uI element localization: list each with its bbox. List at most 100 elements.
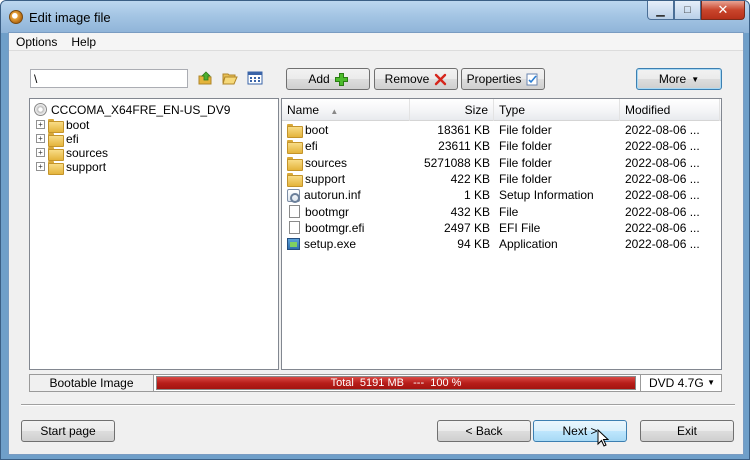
file-name: setup.exe xyxy=(304,237,357,252)
file-type: File folder xyxy=(499,139,552,154)
file-type: EFI File xyxy=(499,220,541,235)
file-size: 18361 KB xyxy=(437,123,490,137)
tree-item-label: sources xyxy=(66,145,109,160)
folder-icon xyxy=(48,146,64,161)
column-modified[interactable]: Modified xyxy=(620,99,720,121)
tree-root[interactable]: CCCOMA_X64FRE_EN-US_DV9 xyxy=(34,102,230,117)
view-details-icon[interactable] xyxy=(247,70,263,86)
tree-item-efi[interactable]: + efi xyxy=(36,131,79,147)
menu-bar: Options Help xyxy=(9,33,743,51)
table-row[interactable]: autorun.inf 1 KB Setup Information 2022-08-… xyxy=(282,187,721,203)
folder-tree[interactable]: CCCOMA_X64FRE_EN-US_DV9 + boot + efi + s… xyxy=(29,98,279,370)
tree-item-label: efi xyxy=(66,131,79,146)
file-modified: 2022-08-06 ... xyxy=(625,237,700,252)
tree-item-boot[interactable]: + boot xyxy=(36,117,90,133)
title-bar[interactable]: Edit image file ▁ □ ✕ xyxy=(1,1,749,33)
path-input[interactable] xyxy=(30,69,188,88)
file-type: File folder xyxy=(499,123,552,137)
properties-icon xyxy=(526,73,538,85)
properties-button[interactable]: Properties xyxy=(461,68,545,90)
tree-item-label: boot xyxy=(66,117,90,132)
progress-text: Total 5191 MB --- 100 % xyxy=(330,377,462,389)
size-progress-bar: Total 5191 MB --- 100 % xyxy=(156,376,636,390)
close-button[interactable]: ✕ xyxy=(701,1,745,20)
file-type: File folder xyxy=(499,155,552,170)
file-modified: 2022-08-06 ... xyxy=(625,204,700,219)
x-icon xyxy=(435,73,447,85)
table-row[interactable]: bootmgr.efi 2497 KB EFI File 2022-08-06 ... xyxy=(282,220,721,236)
table-row[interactable]: bootmgr 432 KB File 2022-08-06 ... xyxy=(282,204,721,220)
menu-help[interactable]: Help xyxy=(64,33,103,50)
file-name-cell: setup.exe xyxy=(287,236,407,252)
start-page-button[interactable]: Start page xyxy=(21,420,115,442)
divider xyxy=(21,404,735,406)
folder-icon xyxy=(48,118,64,133)
more-button[interactable]: More ▼ xyxy=(636,68,722,90)
table-row[interactable]: setup.exe 94 KB Application 2022-08-06 ... xyxy=(282,236,721,252)
tree-item-support[interactable]: + support xyxy=(36,159,106,175)
file-name: support xyxy=(305,171,346,186)
back-button[interactable]: < Back xyxy=(437,420,531,442)
folder-icon xyxy=(287,124,303,138)
properties-label: Properties xyxy=(466,72,522,86)
file-type: Application xyxy=(499,237,558,252)
client-area: Options Help Add Remove xyxy=(8,32,744,455)
expand-icon[interactable]: + xyxy=(36,148,45,157)
file-modified: 2022-08-06 ... xyxy=(625,139,700,154)
open-folder-icon[interactable] xyxy=(222,70,238,86)
column-type[interactable]: Type xyxy=(494,99,620,121)
table-row[interactable]: efi 23611 KB File folder 2022-08-06 ... xyxy=(282,138,721,155)
disc-icon xyxy=(34,103,47,116)
file-type: File folder xyxy=(499,171,552,186)
expand-icon[interactable]: + xyxy=(36,120,45,129)
file-modified: 2022-08-06 ... xyxy=(625,123,700,137)
file-icon xyxy=(289,205,300,218)
table-row[interactable]: sources 5271088 KB File folder 2022-08-06 .… xyxy=(282,155,721,171)
file-size: 94 KB xyxy=(457,237,490,252)
file-name-cell: autorun.inf xyxy=(287,187,407,203)
next-button[interactable]: Next > xyxy=(533,420,627,442)
file-name: boot xyxy=(305,123,329,137)
tree-item-sources[interactable]: + sources xyxy=(36,145,109,161)
file-size: 432 KB xyxy=(450,204,490,219)
file-name: bootmgr.efi xyxy=(305,220,365,235)
exit-button[interactable]: Exit xyxy=(640,420,734,442)
column-name[interactable]: Name ▲ xyxy=(282,99,410,121)
disc-type-value: DVD 4.7G xyxy=(649,376,704,390)
file-name: bootmgr xyxy=(305,204,350,219)
expand-icon[interactable]: + xyxy=(36,134,45,143)
file-list[interactable]: Name ▲ Size Type Modified boot 18361 KB Fi… xyxy=(281,98,722,370)
file-name-cell: bootmgr.efi xyxy=(287,220,407,236)
sort-ascending-icon: ▲ xyxy=(330,107,339,116)
expand-icon[interactable]: + xyxy=(36,162,45,171)
file-modified: 2022-08-06 ... xyxy=(625,155,700,170)
table-row[interactable]: boot 18361 KB File folder 2022-08-06 ... xyxy=(282,122,721,138)
minimize-button[interactable]: ▁ xyxy=(647,1,674,20)
file-type: File xyxy=(499,204,519,219)
file-size: 422 KB xyxy=(450,171,490,186)
file-name-cell: support xyxy=(287,171,407,187)
file-size: 23611 KB xyxy=(438,139,490,154)
file-name: autorun.inf xyxy=(304,188,361,203)
menu-options[interactable]: Options xyxy=(9,33,64,50)
add-label: Add xyxy=(308,72,330,86)
folder-icon xyxy=(48,160,64,175)
disc-type-select[interactable]: DVD 4.7G ▼ xyxy=(640,375,721,391)
folder-icon xyxy=(287,140,303,155)
column-size[interactable]: Size xyxy=(410,99,494,121)
add-button[interactable]: Add xyxy=(286,68,370,90)
maximize-button[interactable]: □ xyxy=(674,1,701,20)
plus-icon xyxy=(334,72,348,86)
table-row[interactable]: support 422 KB File folder 2022-08-06 ... xyxy=(282,171,721,187)
chevron-down-icon: ▼ xyxy=(691,74,700,84)
list-header: Name ▲ Size Type Modified xyxy=(282,99,721,121)
remove-button[interactable]: Remove xyxy=(374,68,458,90)
up-folder-icon[interactable] xyxy=(197,70,213,86)
file-size: 1 KB xyxy=(463,188,490,203)
folder-icon xyxy=(48,132,64,147)
file-modified: 2022-08-06 ... xyxy=(625,171,700,186)
file-modified: 2022-08-06 ... xyxy=(625,220,700,235)
column-name-label: Name xyxy=(287,103,320,117)
window-controls: ▁ □ ✕ xyxy=(647,1,745,21)
bootable-image-label: Bootable Image xyxy=(30,375,154,391)
